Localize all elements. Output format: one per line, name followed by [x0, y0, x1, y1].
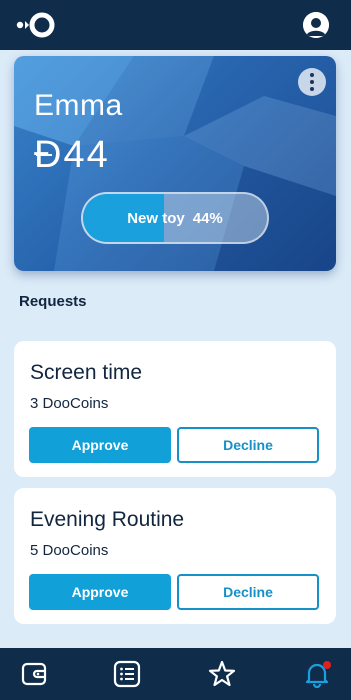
decline-button[interactable]: Decline: [177, 427, 319, 463]
request-title: Evening Routine: [30, 508, 185, 531]
request-title: Screen time: [30, 361, 143, 384]
requests-heading: Requests: [19, 293, 87, 310]
list-icon[interactable]: [113, 660, 141, 688]
kid-name: Emma: [34, 89, 123, 122]
request-amount: 5 DooCoins: [30, 542, 109, 559]
approve-button[interactable]: Approve: [29, 574, 171, 610]
notification-dot: [323, 661, 331, 669]
bell-icon[interactable]: [303, 660, 331, 688]
goal-percent: 44%: [192, 209, 223, 227]
doocoins-logo-icon[interactable]: [16, 12, 56, 38]
kid-balance-card[interactable]: Emma Đ 44 New toy 44%: [14, 56, 336, 271]
user-avatar-icon[interactable]: [303, 12, 329, 38]
top-bar: [0, 0, 351, 50]
bottom-nav-bar: [0, 648, 351, 700]
decline-button[interactable]: Decline: [177, 574, 319, 610]
goal-label: New toy: [127, 209, 185, 227]
approve-button[interactable]: Approve: [29, 427, 171, 463]
doocoin-currency-symbol: Đ: [34, 134, 64, 176]
request-card: Evening Routine 5 DooCoins Approve Decli…: [14, 488, 336, 624]
card-menu-button[interactable]: [298, 68, 326, 96]
balance-value: 44: [63, 134, 110, 176]
goal-progress-button[interactable]: New toy 44%: [81, 192, 269, 244]
wallet-icon[interactable]: [20, 660, 48, 688]
request-amount: 3 DooCoins: [30, 395, 109, 412]
star-icon[interactable]: [208, 660, 236, 688]
request-card: Screen time 3 DooCoins Approve Decline: [14, 341, 336, 477]
kid-balance: Đ 44: [34, 134, 110, 177]
